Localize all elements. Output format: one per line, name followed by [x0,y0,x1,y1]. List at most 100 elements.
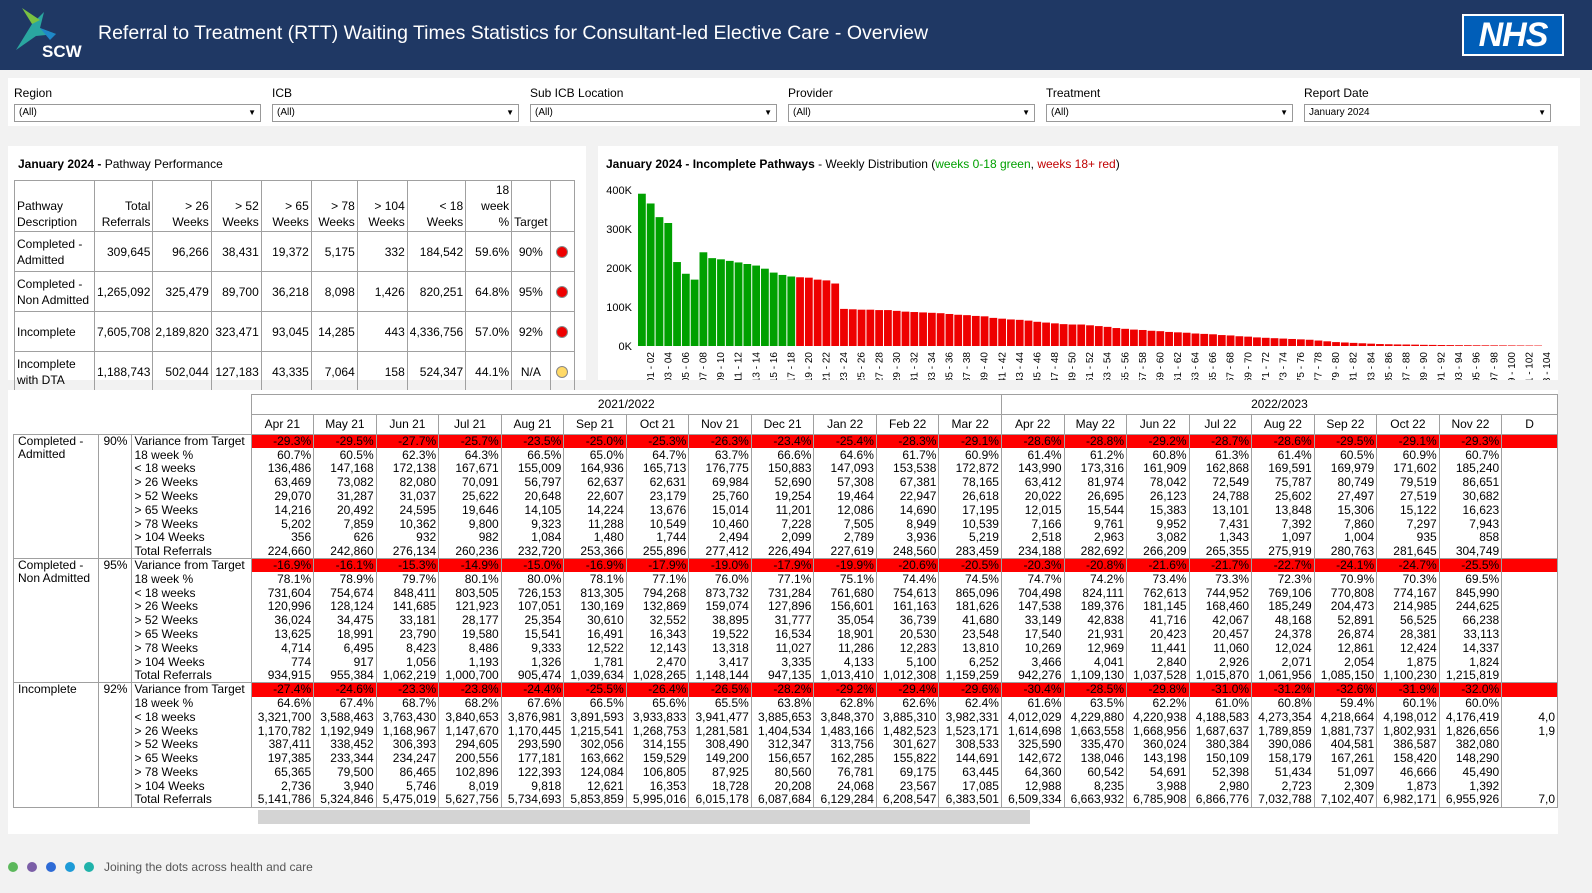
pathway-cell: 2,189,820 [152,311,212,352]
stats-cell: 60.9% [938,448,1002,463]
distribution-bar [690,279,699,346]
stats-cell: 1,168,967 [375,724,440,739]
stats-cell: 9,800 [438,517,502,532]
pathway-column-header: > 78 Weeks [310,180,358,232]
stats-cell: 4,220,938 [1126,710,1190,725]
stats-row: Incomplete 92% Variance from Target -27.4% -… [12,682,1558,808]
stats-cell: 80,749 [1313,475,1378,490]
stats-cell [1501,475,1558,490]
pathway-column-header: > 52 Weeks [210,180,262,232]
stats-cell: 78,042 [1126,475,1190,490]
weekly-distribution-chart: 400K 300K 200K 100K 0K 01 - 02 03 - 04 05 - 06 0… [606,185,1553,380]
filter-dropdown[interactable]: (All) ▼ [788,104,1035,122]
distribution-bar [1042,322,1050,346]
pathway-column-header: 18 week % [465,180,513,232]
stats-cell: 314,155 [625,738,690,752]
stats-cell: 60.8% [1126,448,1190,463]
filter-dropdown[interactable]: (All) ▼ [1046,104,1293,122]
stats-cell: 31,287 [313,489,377,504]
stats-cell: 4,198,012 [1376,710,1440,725]
footer-dot-icon [8,862,18,872]
stats-cell: -26.5% [688,682,752,697]
filter-dropdown[interactable]: (All) ▼ [14,104,261,122]
stats-cell: 3,885,653 [750,710,815,725]
x-tick-label: 45 - 46 [1032,352,1043,380]
stats-cell: 16,343 [625,627,690,642]
stats-cell: 6,252 [938,655,1002,670]
filter-dropdown[interactable]: (All) ▼ [530,104,777,122]
distribution-bar [1121,328,1130,346]
stats-cell: 14,224 [563,503,627,518]
stats-cell: 156,657 [750,751,815,766]
stats-cell: 947,135 [750,669,815,684]
stats-cell: 176,775 [688,462,752,476]
stats-cell: 14,216 [250,503,315,518]
pathway-cell: 95% [511,271,551,312]
stats-cell: 128,124 [313,600,377,614]
pathway-description: Incomplete with DTA [14,351,95,392]
stats-cell: 5,475,019 [375,793,440,808]
distribution-title: January 2024 - Incomplete Pathways - Wee… [606,157,1120,171]
chevron-down-icon: ▼ [1538,108,1546,117]
metric-label: > 26 Weeks [131,475,252,490]
stats-cell: 13,676 [625,503,690,518]
stats-cell: 25,602 [1251,489,1315,504]
stats-cell: -29.1% [1376,434,1440,449]
stats-cell: 159,074 [688,600,752,614]
stats-row: Completed - Non Admitted 95% Variance from… [12,558,1558,684]
stats-cell: 173,316 [1063,462,1128,476]
pathway-column-header: Pathway Description [14,180,95,232]
stats-cell: 7,0 [1501,793,1558,808]
stats-cell: -31.9% [1376,682,1440,697]
stats-cell: 79,519 [1376,475,1440,490]
stats-cell: -32.0% [1438,682,1503,697]
distribution-bar [822,280,831,346]
stats-cell: 60,542 [1063,765,1128,780]
stats-cell: 143,990 [1000,462,1065,476]
stats-cell: 62,631 [625,475,690,490]
pathway-column-header [549,180,575,232]
pathway-cell: 1,188,743 [93,351,154,392]
stats-cell [1501,613,1558,628]
filter-dropdown[interactable]: January 2024 ▼ [1304,104,1551,122]
stats-cell: 159,529 [625,751,690,766]
stats-cell: -21.6% [1126,558,1190,573]
stats-cell: 79.7% [375,572,440,587]
x-tick-label: 47 - 48 [1050,352,1061,380]
stats-cell: 141,685 [375,600,440,614]
stats-cell: 2,054 [1313,655,1378,670]
stats-cell: 19,522 [688,627,752,642]
stats-cell: 1,826,656 [1438,724,1503,739]
section-name: Completed - Admitted [12,433,100,560]
stats-cell: 130,169 [563,600,627,614]
stats-cell: 77.1% [750,572,815,587]
stats-cell: -28.7% [1188,434,1253,449]
stats-cell: 3,321,700 [250,710,315,725]
section-target: 95% [98,558,133,684]
x-tick-label: 11 - 12 [734,352,745,380]
stats-cell: 313,756 [813,738,877,752]
month-header: Apr 22 [1000,414,1065,435]
stats-cell: 1,687,637 [1188,724,1253,739]
stats-cell: 147,093 [813,462,877,476]
status-cell [549,351,575,392]
stats-cell: 12,522 [563,641,627,656]
stats-cell: 153,538 [875,462,940,476]
stats-cell: 9,323 [500,517,565,532]
stats-cell: 63,469 [250,475,315,490]
stats-cell: 15,544 [1063,503,1128,518]
y-tick-label: 100K [606,302,632,314]
stats-cell: -29.4% [875,682,940,697]
stats-cell: 1,215,541 [563,724,627,739]
stats-cell: 244,625 [1438,600,1503,614]
distribution-bar [1332,342,1340,346]
horizontal-scrollbar[interactable] [258,810,1030,824]
x-tick-label: 63 - 64 [1191,352,1202,380]
stats-row: Total Referrals 5,141,786 5,324,846 5,475,0… [14,793,1558,808]
stats-cell: 33,113 [1438,627,1503,642]
stats-cell: 726,153 [500,586,565,601]
stats-cell: 80.0% [500,572,565,587]
pathway-row: Incomplete with DTA 1,188,743 502,044 127,1… [14,351,575,392]
filter-dropdown[interactable]: (All) ▼ [272,104,519,122]
stats-cell: 70.3% [1376,572,1440,587]
